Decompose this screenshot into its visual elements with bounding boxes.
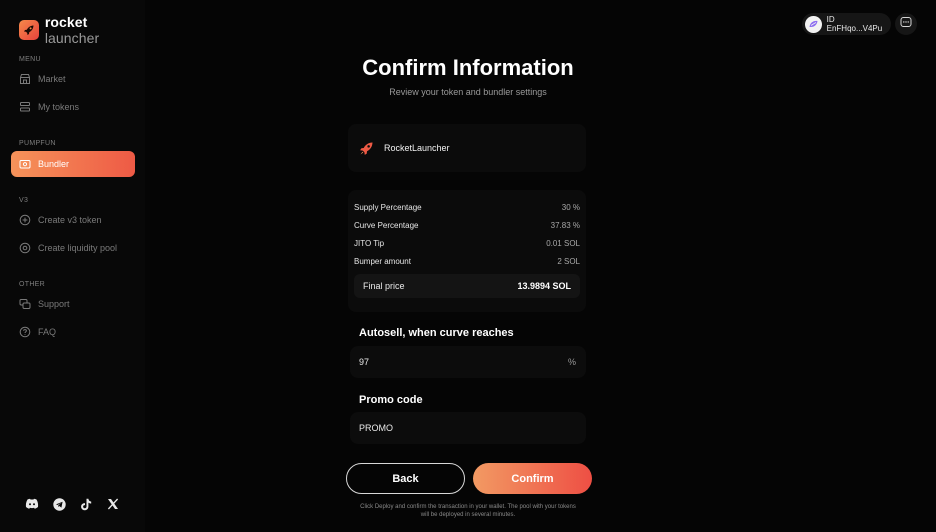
brand-name-light: launcher [44,30,100,46]
promo-title: Promo code [359,394,423,406]
detail-value: 37.83 % [550,221,580,230]
detail-row-bumper: Bumper amount 2 SOL [354,257,580,266]
back-button[interactable]: Back [346,463,465,494]
promo-code-input[interactable]: PROMO [350,412,586,444]
plus-circle-icon [19,214,31,226]
wallet-id: ID EnFHqo...V4Pu [826,15,883,33]
page-subtitle: Review your token and bundler settings [389,87,547,97]
page-title: Confirm Information [362,55,574,80]
chat-menu-button[interactable] [895,13,917,35]
token-card: RocketLauncher [348,124,586,172]
rocket-logo-icon [19,20,39,40]
rocket-icon [358,140,374,156]
detail-row-supply: Supply Percentage 30 % [354,203,580,212]
detail-value: 0.01 SOL [546,239,580,248]
detail-label: Curve Percentage [354,221,419,230]
social-links [25,497,120,511]
token-name: RocketLauncher [384,143,450,153]
autosell-value: 97 [359,357,370,367]
layers-icon [19,101,31,113]
confirm-button[interactable]: Confirm [473,463,592,494]
promo-value: PROMO [359,423,394,433]
logo[interactable]: rocket launcher [19,14,145,46]
autosell-title: Autosell, when curve reaches [359,327,514,339]
avatar [805,15,822,33]
details-card: Supply Percentage 30 % Curve Percentage … [348,190,586,312]
detail-value: 2 SOL [557,257,580,266]
deploy-note: Click Deploy and confirm the transaction… [360,504,576,519]
percent-suffix: % [567,357,576,367]
sidebar-item-label: Bundler [38,159,70,169]
detail-label: JITO Tip [354,239,385,248]
section-label-menu: MENU [19,56,41,63]
autosell-input[interactable]: 97 % [350,346,586,378]
section-label-pumpfun: PUMPFUN [19,140,56,147]
pool-icon [19,242,31,254]
sidebar-item-faq[interactable]: FAQ [11,319,135,345]
sidebar-item-bundler[interactable]: Bundler [11,151,135,177]
bundle-icon [19,158,31,170]
wallet-button[interactable]: ID EnFHqo...V4Pu [802,13,891,35]
sidebar-item-label: Market [38,74,66,84]
chat-dots-icon [900,15,912,33]
sidebar-item-label: Create v3 token [38,215,102,225]
sidebar-item-label: Create liquidity pool [38,243,118,253]
discord-icon[interactable] [25,497,39,511]
brand-name-bold: rocket [44,14,88,30]
store-icon [19,73,31,85]
sidebar: rocket launcher MENU Market My tokens PU… [0,0,145,532]
x-icon[interactable] [106,497,120,511]
sidebar-item-support[interactable]: Support [11,291,135,317]
detail-label: Supply Percentage [354,203,422,212]
sidebar-item-label: Support [38,299,70,309]
sidebar-item-market[interactable]: Market [11,66,135,92]
final-price-row: Final price 13.9894 SOL [354,274,580,298]
question-icon [19,326,31,338]
support-icon [19,298,31,310]
tiktok-icon[interactable] [79,497,93,511]
telegram-icon[interactable] [52,497,66,511]
sidebar-item-my-tokens[interactable]: My tokens [11,94,135,120]
detail-row-curve: Curve Percentage 37.83 % [354,221,580,230]
sidebar-item-create-v3-token[interactable]: Create v3 token [11,207,135,233]
final-price-value: 13.9894 SOL [517,281,571,291]
detail-label: Bumper amount [354,257,411,266]
sidebar-item-create-liquidity-pool[interactable]: Create liquidity pool [11,235,135,261]
final-price-label: Final price [363,281,405,291]
sidebar-item-label: My tokens [38,102,80,112]
brand-name: rocket launcher [45,14,145,46]
sidebar-item-label: FAQ [38,327,57,337]
detail-value: 30 % [561,203,580,212]
detail-row-jito-tip: JITO Tip 0.01 SOL [354,239,580,248]
section-label-other: OTHER [19,281,45,288]
section-label-v3: V3 [19,197,29,204]
